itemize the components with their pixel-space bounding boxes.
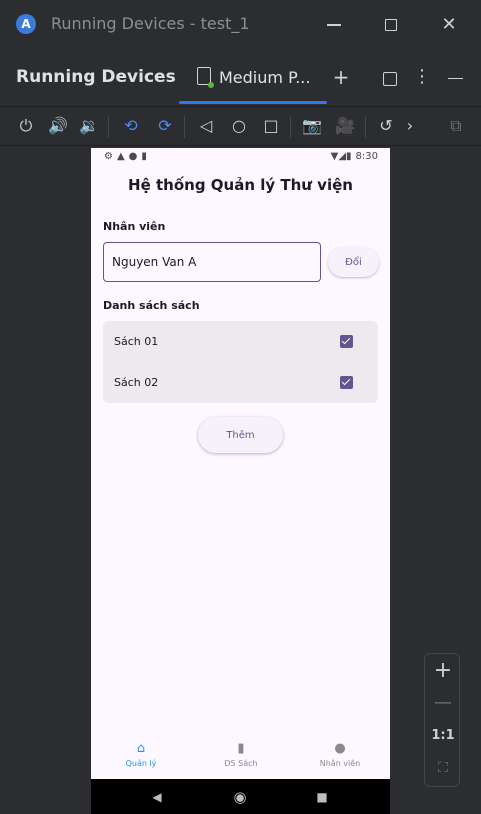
- tool-window-title: Running Devices: [16, 67, 176, 87]
- actual-size-button[interactable]: 1:1: [425, 728, 461, 743]
- book-checkbox[interactable]: [340, 335, 353, 348]
- status-bar: ⚙▲●▮ ▼◢▮ 8:30: [91, 148, 390, 166]
- change-employee-button[interactable]: Đổi: [328, 247, 379, 277]
- system-navigation-bar: ◀ ◉ ■: [91, 779, 390, 814]
- window-title: Running Devices - test_1: [51, 14, 250, 33]
- toolbar-divider: [108, 116, 109, 138]
- employee-name-input[interactable]: [103, 242, 321, 282]
- book-list-item[interactable]: Sách 01: [103, 321, 378, 362]
- tab-label: Medium P...: [219, 68, 311, 87]
- zoom-to-fit-icon[interactable]: ⛶: [425, 760, 461, 776]
- volume-down-icon[interactable]: 🔉: [77, 114, 101, 138]
- book-checkbox[interactable]: [340, 376, 353, 389]
- title-bar: A Running Devices - test_1 ✕: [0, 0, 481, 50]
- nav-label: Nhân viên: [319, 759, 361, 768]
- overview-icon[interactable]: □: [259, 114, 283, 138]
- status-right: ▼◢▮ 8:30: [330, 151, 378, 162]
- zoom-controls: + — 1:1 ⛶: [424, 653, 460, 787]
- book-icon: ▮: [237, 741, 245, 756]
- home-icon[interactable]: ◉: [231, 788, 249, 806]
- back-icon[interactable]: ◁: [194, 114, 218, 138]
- home-icon[interactable]: ○: [227, 114, 251, 138]
- add-device-button[interactable]: +: [327, 63, 355, 91]
- toolbar-divider: [290, 116, 291, 138]
- employee-section-label: Nhân viên: [103, 220, 166, 233]
- overview-icon[interactable]: ■: [313, 788, 331, 806]
- status-time: 8:30: [355, 151, 378, 162]
- volume-up-icon[interactable]: 🔊: [46, 114, 70, 138]
- power-icon[interactable]: ⏻: [14, 114, 38, 138]
- zoom-in-button[interactable]: +: [425, 658, 461, 683]
- bottom-navigation: ⌂ Quản lý ▮ DS Sách ● Nhân viên: [91, 733, 390, 779]
- back-icon[interactable]: ◀: [148, 788, 166, 806]
- restore-layout-button[interactable]: [376, 63, 404, 91]
- minimize-window-button[interactable]: [319, 10, 349, 40]
- book-list: Sách 01 Sách 02: [103, 321, 378, 403]
- snapshot-icon[interactable]: ↺: [374, 114, 398, 138]
- books-section-label: Danh sách sách: [103, 299, 200, 312]
- toolbar-divider: [365, 116, 366, 138]
- app-title: Hệ thống Quản lý Thư viện: [128, 176, 353, 194]
- maximize-window-button[interactable]: [376, 10, 406, 40]
- book-name: Sách 01: [114, 335, 159, 348]
- active-tab-indicator: [179, 101, 327, 104]
- hide-tool-window-button[interactable]: [441, 63, 469, 91]
- person-icon: ●: [334, 741, 346, 756]
- tool-window-header: Running Devices Medium P... + ⋮: [0, 52, 481, 104]
- tab-medium-phone[interactable]: Medium P...: [179, 52, 327, 104]
- rotate-left-icon[interactable]: ⟲: [119, 114, 143, 138]
- zoom-out-button[interactable]: —: [425, 692, 461, 713]
- device-toolbar: ⏻ 🔊 🔉 ⟲ ⟳ ◁ ○ □ 📷 🎥 ↺ › ⧉: [0, 106, 481, 146]
- book-list-item[interactable]: Sách 02: [103, 362, 378, 403]
- notification-icons: ⚙▲●▮: [104, 151, 151, 162]
- phone-running-icon: [197, 67, 214, 88]
- nav-item-employees[interactable]: ● Nhân viên: [290, 733, 390, 779]
- nav-label: Quản lý: [125, 759, 157, 768]
- nav-item-books[interactable]: ▮ DS Sách: [191, 733, 291, 779]
- nav-item-manage[interactable]: ⌂ Quản lý: [91, 733, 191, 779]
- close-window-button[interactable]: ✕: [434, 10, 464, 40]
- more-options-button[interactable]: ⋮: [408, 63, 436, 91]
- screenshot-icon[interactable]: 📷: [300, 114, 324, 138]
- add-button[interactable]: Thêm: [198, 417, 283, 453]
- device-screen: ⚙▲●▮ ▼◢▮ 8:30 Hệ thống Quản lý Thư viện N…: [91, 148, 390, 814]
- home-icon: ⌂: [136, 741, 146, 756]
- chevron-right-icon[interactable]: ›: [398, 114, 422, 138]
- device-mirroring-icon[interactable]: ⧉: [444, 114, 468, 138]
- rotate-right-icon[interactable]: ⟳: [153, 114, 177, 138]
- android-studio-logo-icon: A: [16, 14, 36, 34]
- book-name: Sách 02: [114, 376, 159, 389]
- toolbar-divider: [184, 116, 185, 138]
- nav-label: DS Sách: [224, 759, 258, 768]
- screen-record-icon[interactable]: 🎥: [333, 114, 357, 138]
